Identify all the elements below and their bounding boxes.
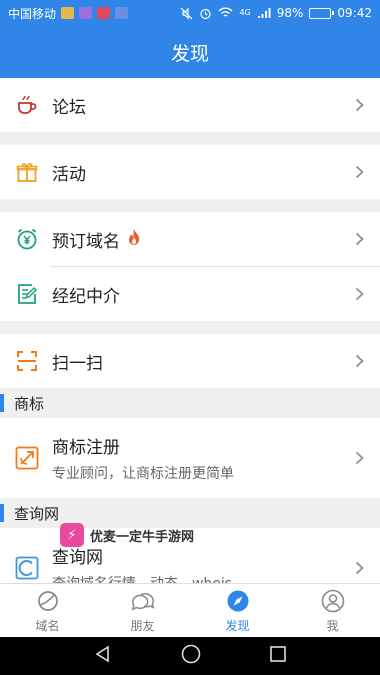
- bottom-tab-bar: 域名 朋友 发现 我: [0, 583, 380, 637]
- tab-discover[interactable]: 发现: [190, 584, 285, 637]
- item-subtitle: 专业顾问，让商标注册更简单: [52, 466, 234, 482]
- section-heading-trademark: 商标: [0, 388, 380, 418]
- mute-icon: [181, 7, 193, 19]
- system-nav-bar: [0, 637, 380, 675]
- wifi-icon: [218, 7, 233, 17]
- tab-me[interactable]: 我: [285, 584, 380, 637]
- menu-label: 扫一扫: [52, 353, 103, 374]
- notification-icon: [61, 7, 75, 19]
- chat-bubbles-icon: [130, 588, 156, 614]
- chevron-right-icon: [352, 287, 366, 301]
- chevron-right-icon: [352, 354, 366, 368]
- menu-item-trademark-registration[interactable]: 商标注册 专业顾问，让商标注册更简单: [0, 418, 380, 498]
- edit-document-icon: [14, 281, 40, 307]
- menu-item-scan[interactable]: 扫一扫: [0, 334, 380, 388]
- back-icon[interactable]: [93, 644, 113, 668]
- trademark-icon: [14, 445, 40, 471]
- section-heading-label: 商标: [14, 394, 45, 413]
- menu-item-activity[interactable]: 活动: [0, 145, 380, 199]
- watermark-logo-icon: ⚡: [60, 523, 84, 547]
- menu-label: 活动: [52, 164, 86, 185]
- notification-icon: [79, 7, 93, 19]
- title-bar: 发现: [0, 26, 380, 78]
- chevron-right-icon: [352, 98, 366, 112]
- query-logo-icon: [14, 555, 40, 581]
- discover-list[interactable]: 论坛 活动 预订域名 经纪中介 扫一扫 商标 商标注册 专业顾问，让商标注册更简…: [0, 78, 380, 583]
- recent-apps-icon[interactable]: [269, 645, 287, 667]
- battery-percent: 98%: [276, 6, 304, 20]
- planet-icon: [35, 588, 61, 614]
- section-heading-label: 查询网: [14, 504, 60, 523]
- flame-icon: [126, 228, 142, 251]
- menu-label-text: 预订域名: [52, 231, 120, 252]
- tab-label: 域名: [35, 618, 60, 633]
- coffee-cup-icon: [14, 92, 40, 118]
- scan-icon: [14, 348, 40, 374]
- page-title: 发现: [170, 42, 209, 65]
- tab-label: 我: [326, 618, 339, 633]
- menu-label: 论坛: [52, 97, 86, 118]
- tab-label: 朋友: [130, 618, 155, 633]
- notification-icon: [97, 7, 111, 19]
- menu-item-forum[interactable]: 论坛: [0, 78, 380, 132]
- carrier-name: 中国移动: [8, 6, 57, 21]
- watermark: ⚡ 优麦一定牛手游网: [60, 523, 194, 547]
- status-bar: 中国移动 4G 98% 09:42: [0, 0, 380, 26]
- home-icon[interactable]: [180, 643, 202, 669]
- chevron-right-icon: [352, 561, 366, 575]
- clock: 09:42: [337, 6, 372, 20]
- item-title: 商标注册: [52, 438, 120, 458]
- menu-label: 预订域名: [52, 227, 352, 252]
- tab-friends[interactable]: 朋友: [95, 584, 190, 637]
- alarm-icon: [200, 8, 212, 19]
- user-icon: [320, 588, 346, 614]
- yuan-clock-icon: [14, 226, 40, 252]
- tab-domain[interactable]: 域名: [0, 584, 95, 637]
- battery-icon: [309, 7, 335, 19]
- menu-label: 经纪中介: [52, 286, 120, 307]
- tab-label: 发现: [225, 618, 250, 633]
- chevron-right-icon: [352, 165, 366, 179]
- watermark-text: 优麦一定牛手游网: [90, 529, 195, 545]
- chevron-right-icon: [352, 232, 366, 246]
- chevron-right-icon: [352, 451, 366, 465]
- menu-item-reserve-domain[interactable]: 预订域名: [0, 212, 380, 266]
- compass-icon: [225, 588, 251, 614]
- notification-icon: [115, 7, 129, 19]
- menu-item-broker[interactable]: 经纪中介: [0, 267, 380, 321]
- signal-icon: [257, 8, 271, 18]
- gift-icon: [14, 159, 40, 185]
- network-type: 4G: [239, 8, 251, 17]
- item-subtitle: 查询域名行情、动态、whois: [52, 573, 352, 583]
